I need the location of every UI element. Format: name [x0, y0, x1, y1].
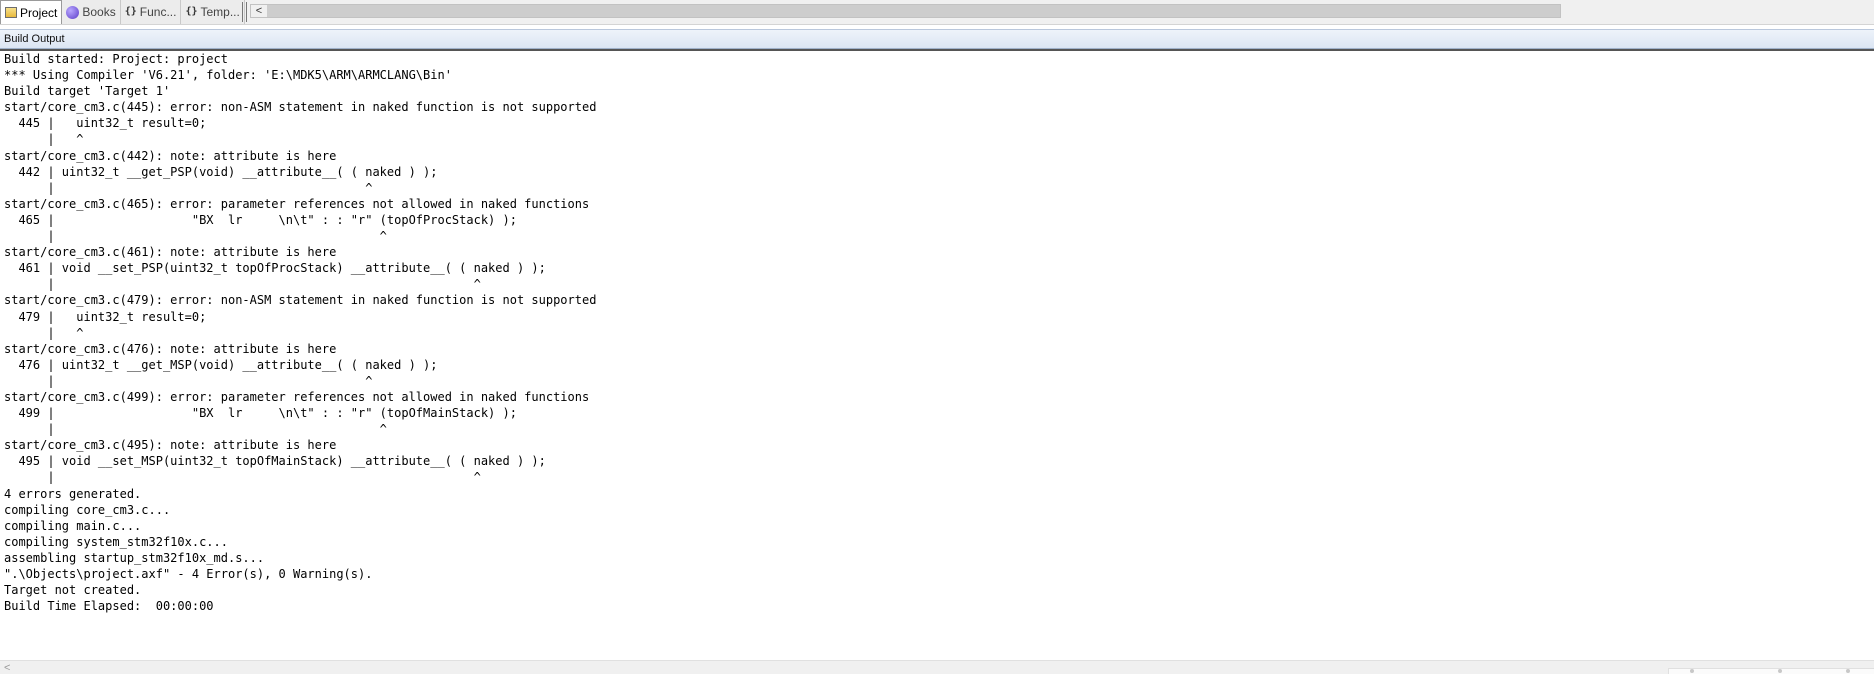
scroll-left-arrow-icon[interactable]: < [251, 5, 267, 17]
output-line: compiling main.c... [4, 518, 142, 533]
templates-icon: {} [185, 6, 198, 17]
output-line: Build started: Project: project [4, 52, 228, 66]
project-window-tab-strip: Project Books {} Func... {} Temp... < [0, 0, 1874, 25]
build-output-header: Build Output [0, 29, 1874, 49]
scroll-left-arrow-icon[interactable]: < [4, 661, 10, 674]
output-line: | ^ [4, 229, 387, 244]
tab-books[interactable]: Books [62, 0, 121, 24]
output-line: assembling startup_stm32f10x_md.s... [4, 550, 265, 565]
output-line: start/core_cm3.c(445): error: non-ASM st… [4, 100, 597, 115]
project-tabs: Project Books {} Func... {} Temp... [0, 0, 245, 24]
status-bar-area [1668, 668, 1874, 674]
project-icon [5, 7, 17, 18]
output-line: | ^ [4, 277, 481, 292]
output-line: 465 | "BX lr \n\t" : : "r" (topOfProcSta… [4, 212, 517, 227]
output-line: | ^ [4, 180, 373, 195]
output-line: | ^ [4, 325, 84, 340]
output-line: compiling system_stm32f10x.c... [4, 534, 228, 549]
output-line: | ^ [4, 470, 481, 485]
output-line: Target not created. [4, 583, 142, 598]
editor-horizontal-scrollbar[interactable]: < [250, 4, 1561, 18]
tab-functions[interactable]: {} Func... [120, 0, 182, 24]
output-line: 479 | uint32_t result=0; [4, 309, 207, 324]
tab-templates[interactable]: {} Temp... [181, 0, 245, 24]
build-output-text[interactable]: Build started: Project: project *** Using… [4, 51, 1864, 614]
output-line: start/core_cm3.c(461): note: attribute i… [4, 245, 337, 260]
output-line: Build target 'Target 1' [4, 84, 171, 99]
status-indicator-icon [1846, 669, 1850, 673]
output-line: 445 | uint32_t result=0; [4, 116, 207, 131]
output-line: start/core_cm3.c(499): error: parameter … [4, 389, 590, 404]
output-line: ".\Objects\project.axf" - 4 Error(s), 0 … [4, 567, 373, 581]
output-horizontal-scrollbar[interactable]: < [0, 660, 1874, 674]
functions-icon: {} [124, 6, 137, 17]
output-line: 442 | uint32_t __get_PSP(void) __attribu… [4, 164, 438, 179]
output-line: 499 | "BX lr \n\t" : : "r" (topOfMainSta… [4, 406, 517, 421]
output-line: Build Time Elapsed: 00:00:00 [4, 599, 214, 614]
output-line: compiling core_cm3.c... [4, 502, 171, 517]
output-line: 461 | void __set_PSP(uint32_t topOfProcS… [4, 261, 546, 276]
output-line: start/core_cm3.c(442): note: attribute i… [4, 148, 337, 163]
output-line: start/core_cm3.c(476): note: attribute i… [4, 341, 337, 356]
books-icon [66, 5, 80, 19]
output-line: start/core_cm3.c(465): error: parameter … [4, 196, 590, 211]
status-indicator-icon [1690, 669, 1694, 673]
tab-label: Books [82, 5, 116, 19]
tab-label: Temp... [200, 5, 240, 19]
output-line: | ^ [4, 132, 84, 147]
output-line: 476 | uint32_t __get_MSP(void) __attribu… [4, 357, 438, 372]
output-line: 4 errors generated. [4, 486, 142, 501]
splitter-handle[interactable] [242, 2, 247, 22]
output-line: *** Using Compiler 'V6.21', folder: 'E:\… [4, 68, 452, 83]
output-line: start/core_cm3.c(495): note: attribute i… [4, 438, 337, 453]
output-line: | ^ [4, 422, 387, 437]
output-line: start/core_cm3.c(479): error: non-ASM st… [4, 293, 597, 308]
tab-label: Func... [139, 5, 177, 19]
tab-label: Project [20, 5, 58, 20]
panel-title: Build Output [4, 33, 65, 45]
status-indicator-icon [1778, 669, 1782, 673]
tab-project[interactable]: Project [0, 0, 63, 24]
output-line: 495 | void __set_MSP(uint32_t topOfMainS… [4, 454, 546, 469]
output-line: | ^ [4, 373, 373, 388]
keil-uvision-window: Project Books {} Func... {} Temp... < Bu… [0, 0, 1874, 674]
